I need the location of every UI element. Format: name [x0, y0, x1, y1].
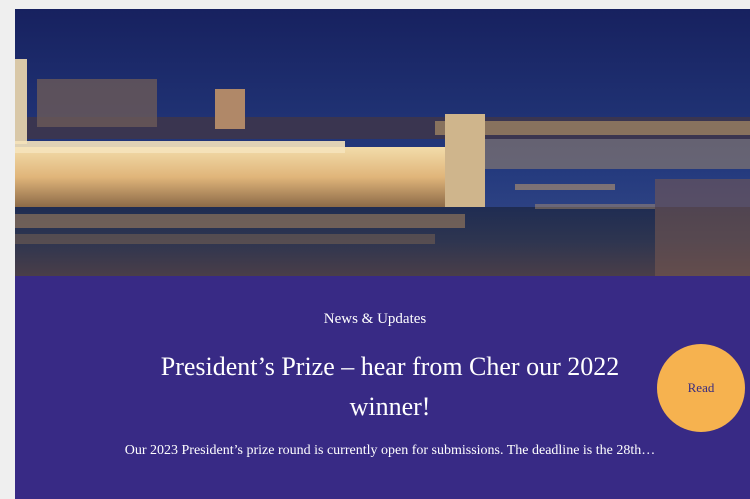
- news-card[interactable]: News & Updates President’s Prize – hear …: [15, 9, 750, 499]
- read-button[interactable]: Read: [657, 344, 745, 432]
- article-excerpt: Our 2023 President’s prize round is curr…: [124, 443, 656, 458]
- article-title[interactable]: President’s Prize – hear from Cher our 2…: [140, 347, 640, 427]
- category-label: News & Updates: [323, 311, 427, 327]
- hero-image-illustration: [15, 9, 750, 276]
- hero-image-marseille-harbour-night[interactable]: [15, 9, 750, 276]
